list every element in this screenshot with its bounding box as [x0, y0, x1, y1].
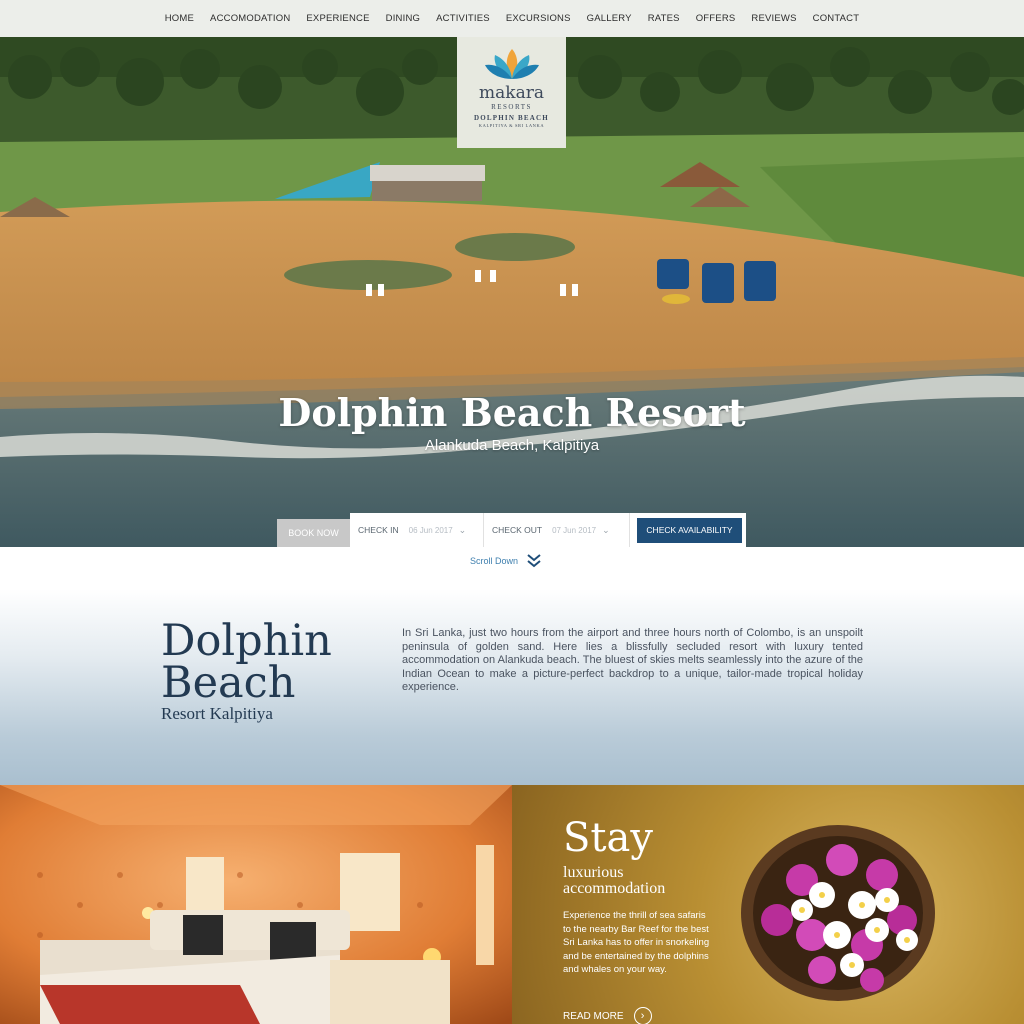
- scroll-down-label: Scroll Down: [470, 556, 519, 566]
- nav-offers[interactable]: OFFERS: [696, 13, 736, 24]
- nav-accomodation[interactable]: ACCOMODATION: [210, 13, 290, 24]
- nav-activities[interactable]: ACTIVITIES: [436, 13, 490, 24]
- stay-subtitle: luxurious accommodation: [563, 865, 665, 897]
- check-in-value: 06 Jun 2017: [408, 525, 453, 535]
- nav-dining[interactable]: DINING: [386, 13, 420, 24]
- book-now-button[interactable]: BOOK NOW: [277, 519, 350, 547]
- intro-title-line2: Beach: [161, 658, 296, 708]
- nav-excursions[interactable]: EXCURSIONS: [506, 13, 571, 24]
- hero-title: Dolphin Beach Resort: [278, 390, 746, 435]
- check-in-field[interactable]: CHECK IN 06 Jun 2017 ⌄: [350, 513, 484, 547]
- read-more-label: READ MORE: [563, 1010, 624, 1022]
- check-availability-button[interactable]: CHECK AVAILABILITY: [637, 517, 742, 543]
- check-out-label: CHECK OUT: [492, 525, 543, 535]
- nav-reviews[interactable]: REVIEWS: [751, 13, 796, 24]
- logo-line3: KALPITIYA & SRI LANKA: [478, 123, 545, 128]
- check-out-value: 07 Jun 2017: [552, 525, 597, 535]
- tent-room-photo: [0, 785, 512, 1024]
- nav-home[interactable]: HOME: [165, 13, 194, 24]
- read-more-link[interactable]: READ MORE ›: [563, 1007, 652, 1024]
- lotus-logo-icon: [484, 49, 539, 79]
- nav-contact[interactable]: CONTACT: [813, 13, 860, 24]
- intro-title: Dolphin Beach: [161, 616, 332, 708]
- arrow-right-circle-icon: ›: [633, 1007, 652, 1024]
- stay-subtitle-line2: accommodation: [563, 880, 666, 897]
- hero-subtitle: Alankuda Beach, Kalpitiya: [424, 437, 600, 454]
- stay-subtitle-line1: luxurious: [563, 864, 624, 881]
- chevron-down-icon: ⌄: [458, 524, 467, 535]
- booking-bar: CHECK IN 06 Jun 2017 ⌄ CHECK OUT 07 Jun …: [350, 513, 746, 547]
- double-chevron-down-icon: [527, 554, 541, 568]
- main-nav: HOME ACCOMODATION EXPERIENCE DINING ACTI…: [0, 0, 1024, 37]
- logo-brand: makara: [479, 83, 544, 103]
- stay-description: Experience the thrill of sea safaris to …: [563, 910, 710, 975]
- nav-rates[interactable]: RATES: [648, 13, 680, 24]
- intro-subtitle: Resort Kalpitiya: [161, 704, 273, 723]
- logo-line2: DOLPHIN BEACH: [474, 114, 549, 122]
- intro-title-line1: Dolphin: [161, 616, 332, 666]
- check-out-field[interactable]: CHECK OUT 07 Jun 2017 ⌄: [484, 513, 630, 547]
- stay-title: Stay: [563, 815, 653, 861]
- intro-description: In Sri Lanka, just two hours from the ai…: [402, 627, 863, 693]
- nav-experience[interactable]: EXPERIENCE: [306, 13, 369, 24]
- nav-gallery[interactable]: GALLERY: [587, 13, 632, 24]
- scroll-down-link[interactable]: Scroll Down: [470, 553, 542, 569]
- check-in-label: CHECK IN: [358, 525, 399, 535]
- resort-logo[interactable]: makara RESORTS DOLPHIN BEACH KALPITIYA &…: [457, 37, 566, 148]
- chevron-down-icon: ⌄: [602, 524, 610, 535]
- logo-line1: RESORTS: [491, 103, 532, 111]
